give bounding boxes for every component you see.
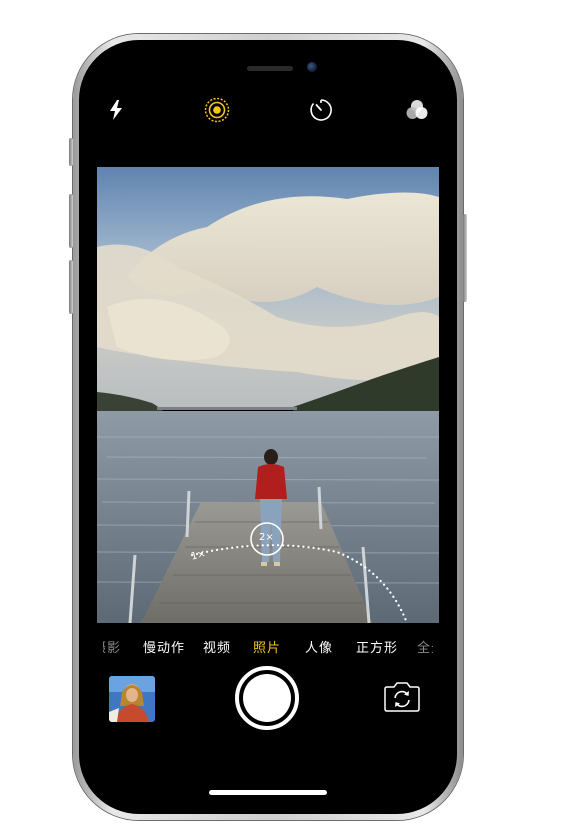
phone-frame: 1× 2× 摄影 慢动作 视频 照片 人像 正方形 全景 xyxy=(69,34,467,820)
mode-square[interactable]: 正方形 xyxy=(356,637,398,656)
earpiece-speaker xyxy=(247,66,293,71)
phone-screen: 1× 2× 摄影 慢动作 视频 照片 人像 正方形 全景 xyxy=(79,40,457,814)
front-camera xyxy=(307,62,317,72)
filters-icon[interactable] xyxy=(403,96,431,124)
shutter-button-inner xyxy=(243,674,291,722)
camera-mode-selector[interactable]: 摄影 慢动作 视频 照片 人像 正方形 全景 xyxy=(103,637,433,657)
live-photo-icon[interactable] xyxy=(203,96,231,124)
switch-camera-icon[interactable] xyxy=(382,681,422,713)
mode-time-lapse-partial[interactable]: 摄影 xyxy=(103,637,121,656)
timer-icon[interactable] xyxy=(307,96,335,124)
side-power-button xyxy=(463,214,467,302)
screenshot-stage: 1× 2× 摄影 慢动作 视频 照片 人像 正方形 全景 xyxy=(0,0,570,837)
camera-viewfinder[interactable]: 1× 2× xyxy=(97,167,439,623)
last-photo-thumbnail[interactable] xyxy=(109,676,155,722)
mode-photo[interactable]: 照片 xyxy=(253,637,281,656)
mode-portrait[interactable]: 人像 xyxy=(305,637,333,656)
mode-slo-mo[interactable]: 慢动作 xyxy=(143,637,185,656)
volume-up-button xyxy=(69,194,73,248)
mode-pano-partial[interactable]: 全景 xyxy=(417,637,433,656)
home-indicator[interactable] xyxy=(209,790,327,795)
flash-icon[interactable] xyxy=(102,96,130,124)
zoom-tele-label[interactable]: 2× xyxy=(259,532,274,543)
shutter-button[interactable] xyxy=(235,666,299,730)
volume-down-button xyxy=(69,260,73,314)
mode-video[interactable]: 视频 xyxy=(203,637,231,656)
mute-switch xyxy=(69,138,73,166)
